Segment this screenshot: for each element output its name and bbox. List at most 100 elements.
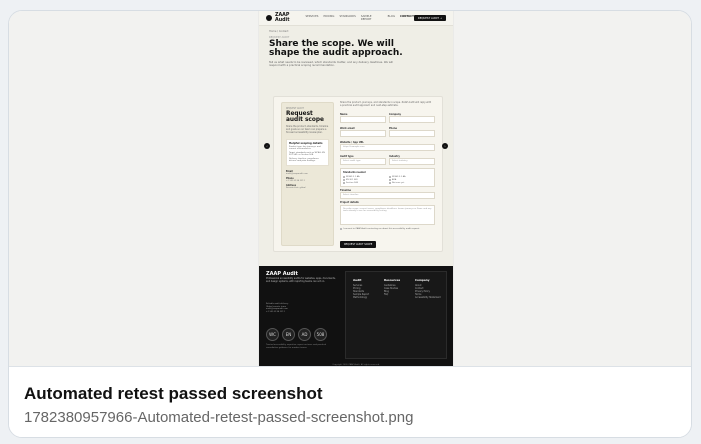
menu-item-services[interactable]: SERVICES: [305, 15, 318, 21]
footer-meta: Reliable audit delivery Global remote te…: [266, 303, 326, 313]
menu-item-standards[interactable]: STANDARDS: [339, 15, 355, 21]
work-email-input[interactable]: [340, 129, 386, 137]
screenshot-caption: Automated retest passed screenshot 17823…: [9, 366, 691, 437]
caption-filename: 1782380957966-Automated-retest-passed-sc…: [24, 409, 414, 426]
company-input[interactable]: [389, 115, 435, 123]
footer-meta-item[interactable]: +1 555 0134 2211: [266, 311, 326, 314]
form-grid: Name Company Work email Phone Website / …: [340, 111, 435, 165]
field-label: Project details: [340, 200, 359, 204]
checkbox-icon: [389, 181, 391, 184]
form-intro-column: REQUEST AUDIT Request audit scope Share …: [281, 102, 334, 246]
site-nav: ZAAP Audit SERVICES PRICING STANDARDS SA…: [259, 11, 453, 26]
carousel-prev-icon[interactable]: ‹: [264, 143, 270, 149]
standard-option[interactable]: EN 301 549: [343, 178, 386, 181]
audit-type-group: Audit type Select audit type: [340, 153, 386, 165]
footer-links-panel: Audit Services Pricing Standards Sample …: [345, 271, 447, 359]
footer-link[interactable]: FAQ: [384, 293, 414, 296]
footer-description: Professional accessibility audits for we…: [266, 277, 336, 283]
menu-item-sample-report[interactable]: SAMPLE REPORT: [361, 15, 383, 21]
standard-label: WCAG 2.1 AA: [346, 175, 360, 178]
standard-label: Not sure yet: [392, 181, 405, 184]
contact-email[interactable]: audit@zaapaudit.com: [286, 173, 329, 175]
project-details-textarea[interactable]: Describe scope, current issues, complian…: [340, 204, 435, 225]
name-field-group: Name: [340, 111, 386, 123]
company-field-group: Company: [389, 111, 435, 123]
audit-form: Share the product, journeys, and standar…: [340, 101, 435, 248]
standard-label: Section 508: [346, 181, 358, 184]
footer-note: Trusted accessibility expertise, report …: [266, 344, 327, 349]
consent-row[interactable]: I consent to ZAAP Audit contacting me ab…: [340, 227, 435, 230]
brand-logo-icon: [266, 15, 272, 21]
standards-title: Standards needed: [343, 170, 366, 174]
checkbox-icon: [343, 178, 345, 181]
form-title: Request audit scope: [286, 111, 324, 124]
checkbox-icon: [340, 227, 342, 230]
screenshot-card: ZAAP Audit SERVICES PRICING STANDARDS SA…: [8, 10, 692, 438]
hero-subtitle: Tell us what needs to be reviewed, which…: [269, 61, 393, 68]
contact-form-section: REQUEST AUDIT Request audit scope Share …: [273, 96, 443, 252]
form-intro-copy: Share the product, standards, timeline a…: [286, 125, 329, 134]
website-input[interactable]: https://example.com: [340, 143, 435, 151]
brand-name: ZAAP Audit: [274, 13, 290, 23]
audit-type-select[interactable]: Select audit type: [340, 157, 386, 165]
phone-input[interactable]: [389, 129, 435, 137]
scoping-item: Target standards such as WCAG, EN 301 54…: [289, 151, 325, 157]
website-capture: ZAAP Audit SERVICES PRICING STANDARDS SA…: [259, 11, 453, 366]
submit-button[interactable]: REQUEST AUDIT SCOPE: [340, 240, 377, 248]
form-help-text: Share the product, journeys, and standar…: [340, 101, 432, 107]
standard-label: WCAG 2.2 AA: [392, 175, 406, 178]
checkbox-icon: [389, 178, 391, 181]
name-input[interactable]: [340, 115, 386, 123]
footer-column-resources: Resources Guidelines Case Studies Blog F…: [384, 278, 414, 296]
en-badge-icon: EN: [282, 328, 295, 341]
menu-item-blog[interactable]: BLOG: [388, 15, 395, 21]
footer-link[interactable]: Methodology: [353, 296, 383, 299]
phone-field-group: Phone: [389, 125, 435, 137]
standard-option[interactable]: ADA: [389, 178, 432, 181]
menu-item-pricing[interactable]: PRICING: [323, 15, 334, 21]
contact-phone[interactable]: +1 555 0134 2211: [286, 180, 329, 182]
scoping-details-box: Helpful scoping details Product type, ke…: [286, 138, 329, 166]
contact-address: Remote-first, global: [286, 186, 306, 189]
checkbox-icon: [343, 181, 345, 184]
timeline-select[interactable]: Select timeline: [340, 191, 435, 199]
site-footer: ZAAP Audit Professional accessibility au…: [259, 266, 453, 366]
standard-option[interactable]: Not sure yet: [389, 181, 432, 184]
caption-title: Automated retest passed screenshot: [24, 384, 323, 403]
standard-option[interactable]: Section 508: [343, 181, 386, 184]
footer-column-title: Company: [415, 278, 430, 282]
site-brand[interactable]: ZAAP Audit: [266, 13, 305, 23]
ada-badge-icon: AD: [298, 328, 311, 341]
hero-title: Share the scope. We will shape the audit…: [269, 39, 403, 58]
request-audit-button[interactable]: REQUEST AUDIT →: [413, 15, 446, 21]
standard-option[interactable]: WCAG 2.1 AA: [343, 175, 386, 178]
contact-details: Email audit@zaapaudit.com Phone +1 555 0…: [286, 170, 329, 189]
scoping-item: Product type, key journeys, and current …: [289, 145, 321, 151]
section-508-badge-icon: 508: [314, 328, 327, 341]
form-eyebrow: REQUEST AUDIT: [286, 107, 304, 110]
website-field-group: Website / App URL https://example.com: [340, 139, 435, 151]
wcag-badge-icon: WC: [266, 328, 279, 341]
scoping-box-title: Helpful scoping details: [289, 141, 323, 145]
standards-selector: Standards needed WCAG 2.1 AA WCAG 2.2 AA…: [340, 167, 435, 187]
email-field-group: Work email: [340, 125, 386, 137]
carousel-next-icon[interactable]: ›: [442, 143, 448, 149]
site-menu: SERVICES PRICING STANDARDS SAMPLE REPORT…: [305, 15, 413, 21]
standard-label: EN 301 549: [346, 178, 358, 181]
menu-item-contact[interactable]: CONTACT: [400, 15, 414, 21]
checkbox-icon: [343, 175, 345, 178]
screenshot-preview[interactable]: ZAAP Audit SERVICES PRICING STANDARDS SA…: [9, 11, 691, 366]
footer-column-audit: Audit Services Pricing Standards Sample …: [353, 278, 383, 299]
scoping-item: Delivery timeline, compliance drivers, a…: [289, 157, 319, 163]
footer-column-company: Company About Contact Privacy Policy Ter…: [415, 278, 445, 299]
footer-column-title: Audit: [353, 278, 362, 282]
industry-group: Industry Select industry: [389, 153, 435, 165]
certification-badges: WC EN AD 508: [266, 328, 327, 341]
breadcrumb[interactable]: Home / Contact: [259, 26, 453, 33]
standard-option[interactable]: WCAG 2.2 AA: [389, 175, 432, 178]
standards-options: WCAG 2.1 AA WCAG 2.2 AA EN 301 549 ADA S…: [343, 175, 432, 184]
checkbox-icon: [389, 175, 391, 178]
consent-label: I consent to ZAAP Audit contacting me ab…: [343, 227, 420, 230]
industry-select[interactable]: Select industry: [389, 157, 435, 165]
footer-link[interactable]: Accessibility Statement: [415, 296, 445, 299]
